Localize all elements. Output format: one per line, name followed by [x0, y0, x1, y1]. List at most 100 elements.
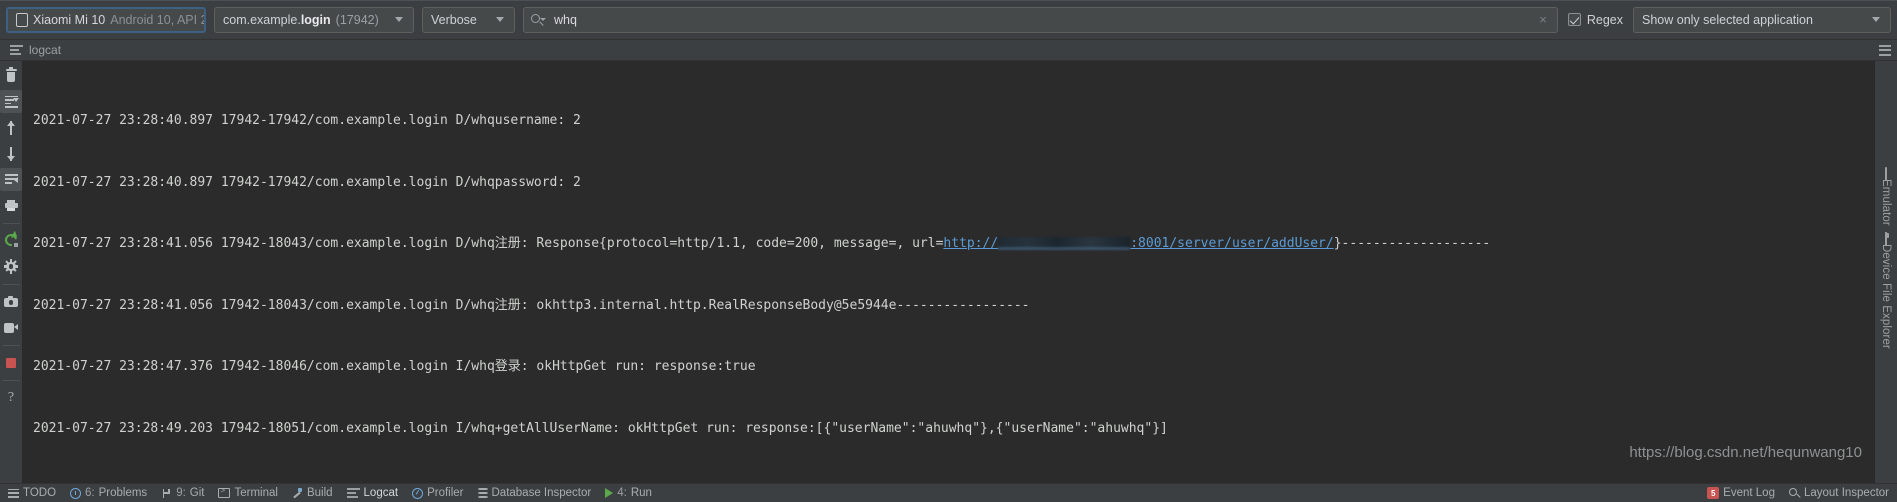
print-button[interactable]: [0, 194, 22, 217]
gear-icon: [5, 260, 18, 273]
logcat-settings-button[interactable]: [0, 255, 22, 278]
help-button[interactable]: ?: [0, 386, 22, 409]
android-studio-logcat-window: Xiaomi Mi 10 Android 10, API 29 com.exam…: [0, 0, 1897, 502]
minimize-restore-icon[interactable]: [1879, 45, 1891, 56]
todo-icon: [8, 489, 19, 498]
status-bar: TODO 6: Problems 9: Git Terminal Build L…: [0, 483, 1897, 502]
status-problems-num: 6:: [85, 487, 95, 499]
status-terminal-label: Terminal: [234, 487, 277, 499]
screen-capture-button[interactable]: [0, 290, 22, 313]
log-level-dropdown[interactable]: Verbose: [422, 7, 515, 33]
logcat-toolbar: Xiaomi Mi 10 Android 10, API 29 com.exam…: [0, 0, 1897, 40]
status-profiler[interactable]: Profiler: [412, 487, 463, 499]
phone-icon: [16, 13, 28, 27]
search-icon[interactable]: [531, 13, 545, 27]
restart-logcat-button[interactable]: [0, 229, 22, 252]
soft-wraps-button[interactable]: [0, 168, 22, 191]
device-name: Xiaomi Mi 10: [33, 13, 105, 27]
log-line: 2021-07-27 23:28:40.897 17942-17942/com.…: [33, 173, 1874, 194]
status-build[interactable]: Build: [292, 487, 333, 499]
process-package-name: login: [301, 13, 331, 27]
tool-window-emulator[interactable]: Emulator: [1880, 173, 1892, 226]
status-layout-inspector[interactable]: Layout Inspector: [1789, 487, 1889, 499]
scroll-to-end-button[interactable]: [0, 90, 22, 113]
search-input[interactable]: whq ×: [523, 7, 1558, 33]
log-line: 2021-07-27 23:28:40.897 17942-17942/com.…: [33, 111, 1874, 132]
tool-window-emulator-label: Emulator: [1880, 179, 1892, 226]
up-the-stack-trace-button[interactable]: [0, 116, 22, 139]
log-line: 2021-07-27 23:28:41.056 17942-18043/com.…: [33, 234, 1874, 255]
layout-inspector-icon: [1789, 488, 1800, 499]
device-selector-dropdown[interactable]: Xiaomi Mi 10 Android 10, API 29: [6, 7, 206, 33]
logcat-lines-icon: [10, 45, 23, 55]
process-selector-dropdown[interactable]: com.example.login (17942): [214, 7, 414, 33]
chevron-down-icon[interactable]: [391, 17, 413, 22]
profiler-icon: [412, 488, 423, 499]
status-logcat-label: Logcat: [364, 487, 399, 499]
process-package-prefix: com.example.: [223, 13, 301, 27]
gutter-divider: [3, 284, 20, 285]
status-git-num: 9:: [176, 487, 186, 499]
status-layout-inspector-label: Layout Inspector: [1804, 487, 1889, 499]
log-url-scheme: http://: [943, 236, 998, 251]
status-event-log[interactable]: 5 Event Log: [1707, 487, 1775, 499]
status-run-num: 4:: [617, 487, 627, 499]
clear-search-icon[interactable]: ×: [1535, 13, 1551, 26]
question-mark-icon: ?: [8, 391, 14, 405]
camera-icon: [4, 296, 18, 307]
build-icon: [292, 488, 303, 499]
folder-icon: [1885, 233, 1887, 245]
filter-scope-dropdown[interactable]: Show only selected application: [1633, 7, 1891, 33]
printer-icon: [5, 200, 18, 212]
redacted-host: [998, 237, 1130, 249]
tool-window-device-file-explorer-label: Device File Explorer: [1880, 244, 1892, 349]
terminal-icon: [218, 488, 230, 498]
event-log-icon: 5: [1707, 487, 1719, 499]
status-logcat[interactable]: Logcat: [347, 487, 399, 499]
trash-icon: [6, 69, 17, 82]
status-terminal[interactable]: Terminal: [218, 487, 277, 499]
status-run[interactable]: 4: Run: [605, 487, 652, 499]
checkbox-checked-icon[interactable]: [1568, 13, 1581, 26]
regex-label: Regex: [1587, 13, 1623, 27]
phone-icon: [1885, 168, 1887, 180]
log-level-value: Verbose: [431, 13, 477, 27]
log-line-prefix: 2021-07-27 23:28:41.056 17942-18043/com.…: [33, 236, 943, 251]
filter-scope-value: Show only selected application: [1642, 13, 1813, 27]
log-line-suffix: }-------------------: [1334, 236, 1491, 251]
logcat-tab-row: logcat: [0, 40, 1897, 61]
log-line: 2021-07-27 23:28:47.376 17942-18046/com.…: [33, 357, 1874, 378]
arrow-up-icon: [5, 121, 17, 135]
status-todo-label: TODO: [23, 487, 56, 499]
right-tool-dock: Emulator Device File Explorer: [1874, 61, 1897, 483]
chevron-down-icon[interactable]: [492, 17, 514, 22]
terminate-application-button[interactable]: [0, 351, 22, 374]
scroll-to-end-icon: [5, 96, 18, 108]
clear-logcat-button[interactable]: [0, 64, 22, 87]
tab-logcat-label: logcat: [29, 43, 61, 57]
logcat-output-area[interactable]: 2021-07-27 23:28:40.897 17942-17942/com.…: [23, 61, 1874, 483]
tab-logcat[interactable]: logcat: [10, 43, 61, 57]
status-bar-right: 5 Event Log Layout Inspector: [1707, 487, 1889, 499]
regex-checkbox[interactable]: Regex: [1566, 13, 1625, 27]
database-icon: [478, 488, 488, 499]
status-profiler-label: Profiler: [427, 487, 463, 499]
status-git[interactable]: 9: Git: [161, 487, 204, 499]
chevron-down-icon[interactable]: [1868, 17, 1890, 22]
gutter-divider: [3, 223, 20, 224]
screen-record-button[interactable]: [0, 316, 22, 339]
status-database-inspector[interactable]: Database Inspector: [478, 487, 592, 499]
git-icon: [161, 488, 172, 499]
down-the-stack-trace-button[interactable]: [0, 142, 22, 165]
logcat-icon: [347, 488, 360, 498]
device-details: Android 10, API 29: [110, 13, 206, 27]
status-problems[interactable]: 6: Problems: [70, 487, 147, 499]
restart-icon: [5, 234, 18, 247]
log-url-link[interactable]: http://:8001/server/user/addUser/: [943, 236, 1333, 251]
status-database-inspector-label: Database Inspector: [492, 487, 592, 499]
status-todo[interactable]: TODO: [8, 487, 56, 499]
tool-window-device-file-explorer[interactable]: Device File Explorer: [1880, 238, 1892, 349]
video-camera-icon: [4, 323, 18, 333]
arrow-down-icon: [5, 147, 17, 161]
gutter-divider: [3, 345, 20, 346]
